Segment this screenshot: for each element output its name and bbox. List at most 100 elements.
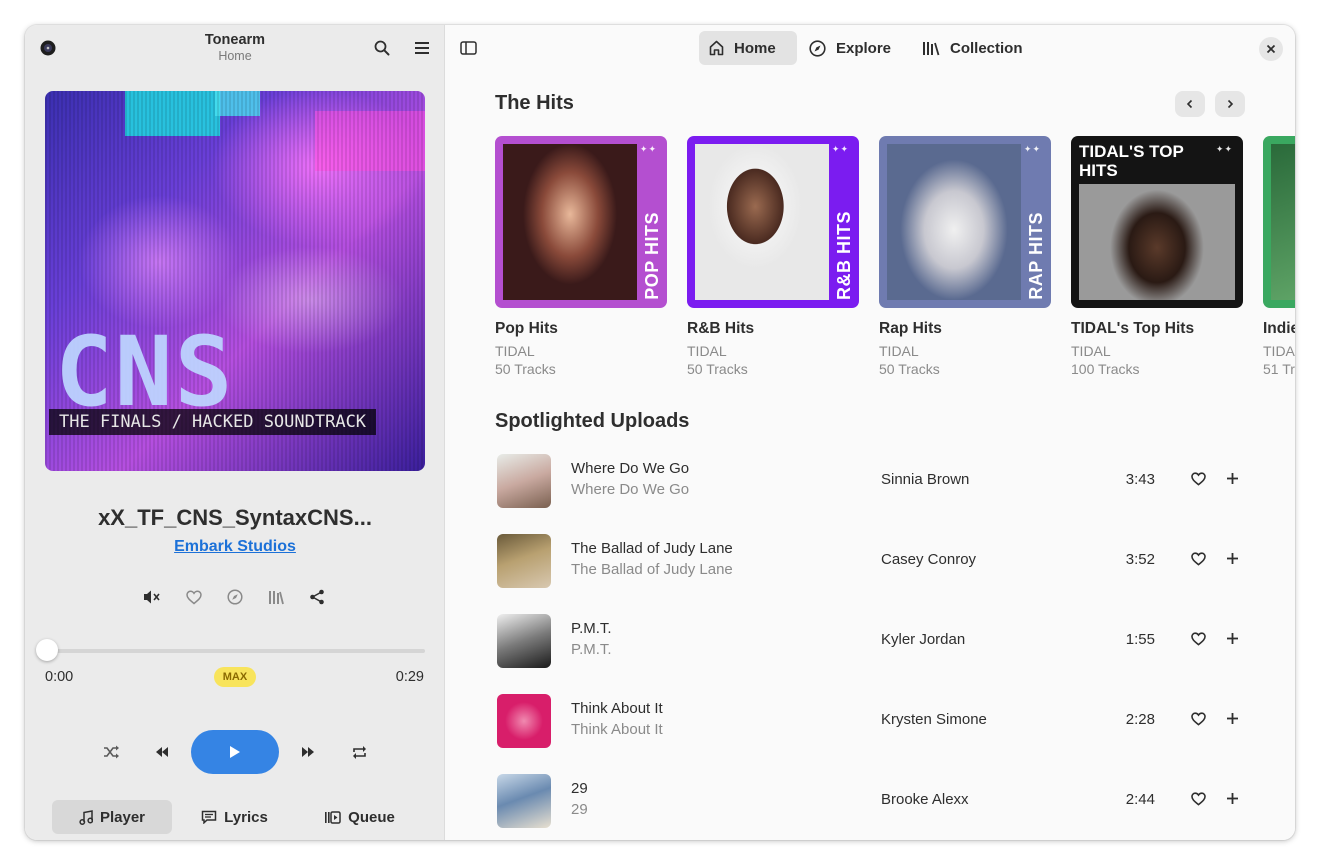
track-row-artist[interactable]: Casey Conroy: [881, 551, 976, 568]
main-nav: Home Explore Collection: [445, 31, 1295, 65]
add-icon[interactable]: [1226, 552, 1239, 565]
app-window: Tonearm Home CNS THE FINALS / HACKED SOU…: [25, 25, 1295, 840]
track-thumbnail: [497, 774, 551, 828]
shuffle-icon[interactable]: [95, 736, 127, 768]
browse-panel: Home Explore Collection The Hits ✦✦ POP …: [445, 25, 1295, 840]
seek-handle[interactable]: [36, 639, 58, 661]
tab-collection-label: Collection: [950, 39, 1023, 57]
track-row[interactable]: P.M.T. P.M.T. Kyler Jordan 1:55: [495, 603, 1245, 683]
home-icon: [709, 40, 724, 56]
track-row-album: P.M.T.: [571, 641, 612, 658]
heart-icon[interactable]: [1191, 472, 1206, 486]
playlist-name: Indie: [1263, 320, 1295, 337]
playlist-art-label: RAP HITS: [1026, 212, 1046, 300]
play-button[interactable]: [191, 730, 279, 774]
library-icon: [923, 41, 940, 55]
queue-icon: [325, 810, 341, 824]
playlist-name: R&B Hits: [687, 320, 755, 337]
player-panel: Tonearm Home CNS THE FINALS / HACKED SOU…: [25, 25, 445, 840]
compass-icon[interactable]: [219, 581, 251, 613]
tidal-logo-icon: ✦✦: [639, 144, 657, 154]
playlist-track-count: 100 Tracks: [1071, 361, 1140, 377]
track-row-title: P.M.T.: [571, 620, 612, 637]
tab-explore[interactable]: Explore: [799, 31, 903, 65]
repeat-icon[interactable]: [343, 736, 375, 768]
track-row-duration: 2:28: [1125, 711, 1155, 728]
track-row-album: Think About It: [571, 721, 663, 738]
track-row[interactable]: Think About It Think About It Krysten Si…: [495, 683, 1245, 763]
playlist-source: TIDAL: [687, 343, 727, 359]
heart-icon[interactable]: [1191, 632, 1206, 646]
tidal-logo-icon: ✦✦: [1215, 144, 1233, 154]
previous-icon[interactable]: [146, 736, 178, 768]
playlist-art: ✦✦ R&B HITS: [687, 136, 859, 308]
tab-home[interactable]: Home: [699, 31, 797, 65]
track-title: xX_TF_CNS_SyntaxCNS...: [98, 505, 372, 530]
section-title-spotlight: Spotlighted Uploads: [495, 410, 690, 432]
playlist-card[interactable]: ✦✦ RAP HITS Rap Hits TIDAL 50 Tracks: [879, 136, 1051, 377]
tab-queue[interactable]: Queue: [297, 800, 422, 834]
track-row[interactable]: The Ballad of Judy Lane The Ballad of Ju…: [495, 523, 1245, 603]
add-icon[interactable]: [1226, 712, 1239, 725]
close-button[interactable]: [1259, 37, 1283, 61]
heart-icon[interactable]: [1191, 792, 1206, 806]
share-icon[interactable]: [301, 581, 333, 613]
tab-lyrics[interactable]: Lyrics: [177, 800, 292, 834]
next-icon[interactable]: [292, 736, 324, 768]
track-row-title: Think About It: [571, 700, 663, 717]
tidal-logo-icon: ✦✦: [831, 144, 849, 154]
add-icon[interactable]: [1226, 632, 1239, 645]
search-icon[interactable]: [366, 32, 398, 64]
carousel-prev-button[interactable]: [1175, 91, 1205, 117]
playlist-art-label: POP HITS: [642, 212, 662, 300]
main-menu-icon[interactable]: [406, 32, 438, 64]
heart-icon[interactable]: [1191, 712, 1206, 726]
playlist-source: TIDAL: [495, 343, 535, 359]
time-total: 0:29: [395, 669, 424, 685]
tab-player[interactable]: Player: [52, 800, 172, 834]
track-artist-link[interactable]: Embark Studios: [25, 538, 445, 556]
track-row[interactable]: Where Do We Go Where Do We Go Sinnia Bro…: [495, 443, 1245, 523]
playlist-name: TIDAL's Top Hits: [1071, 320, 1195, 337]
compass-icon: [809, 39, 826, 57]
playlist-card[interactable]: ✦✦ R&B HITS R&B Hits TIDAL 50 Tracks: [687, 136, 859, 377]
track-row-duration: 3:52: [1125, 551, 1155, 568]
track-row-album: 29: [571, 801, 588, 818]
track-row-album: The Ballad of Judy Lane: [571, 561, 733, 578]
seek-bar[interactable]: [45, 649, 425, 653]
track-row-duration: 3:43: [1125, 471, 1155, 488]
track-row-title: 29: [571, 780, 588, 797]
track-row-artist[interactable]: Sinnia Brown: [881, 471, 969, 488]
track-row-artist[interactable]: Brooke Alexx: [881, 791, 969, 808]
track-row[interactable]: 29 29 Brooke Alexx 2:44: [495, 763, 1245, 840]
track-row-duration: 1:55: [1125, 631, 1155, 648]
cover-art-band: THE FINALS / HACKED SOUNDTRACK: [49, 409, 377, 435]
tab-explore-label: Explore: [836, 39, 892, 57]
heart-icon[interactable]: [178, 581, 210, 613]
track-row-album: Where Do We Go: [571, 481, 690, 498]
mute-icon[interactable]: [136, 581, 168, 613]
tab-lyrics-label: Lyrics: [224, 808, 268, 826]
music-note-icon: [79, 809, 93, 825]
tab-queue-label: Queue: [348, 808, 395, 826]
add-icon[interactable]: [1226, 472, 1239, 485]
track-row-title: Where Do We Go: [571, 460, 690, 477]
track-row-artist[interactable]: Krysten Simone: [881, 711, 987, 728]
track-row-artist[interactable]: Kyler Jordan: [881, 631, 965, 648]
playlist-track-count: 50 Tracks: [687, 361, 748, 377]
library-icon[interactable]: [260, 581, 292, 613]
quality-badge: MAX: [214, 667, 256, 687]
heart-icon[interactable]: [1191, 552, 1206, 566]
playlist-card[interactable]: ✦✦ TIDAL'S TOP HITS TIDAL's Top Hits TID…: [1071, 136, 1243, 377]
track-thumbnail: [497, 614, 551, 668]
track-thumbnail: [497, 694, 551, 748]
playlist-card[interactable]: Indie TIDAL 51 Tracks: [1263, 136, 1295, 377]
playlist-card[interactable]: ✦✦ POP HITS Pop Hits TIDAL 50 Tracks: [495, 136, 667, 377]
playlist-track-count: 51 Tracks: [1263, 361, 1295, 377]
tab-player-label: Player: [99, 808, 146, 826]
tab-collection[interactable]: Collection: [912, 31, 1037, 65]
carousel-next-button[interactable]: [1215, 91, 1245, 117]
add-icon[interactable]: [1226, 792, 1239, 805]
tab-home-label: Home: [734, 39, 776, 57]
player-tabs: Player Lyrics Queue: [52, 800, 422, 834]
